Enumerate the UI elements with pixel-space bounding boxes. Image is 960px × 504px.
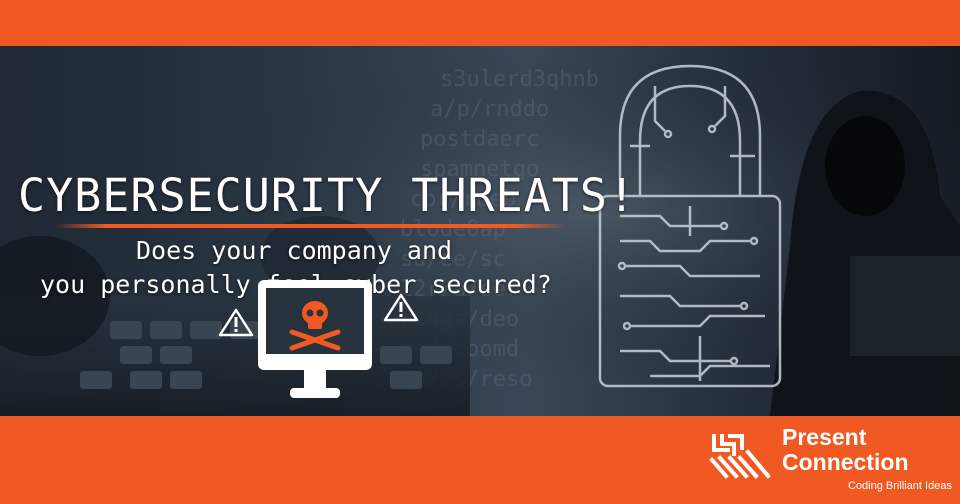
warning-triangle-icon bbox=[383, 293, 419, 322]
subline-1: Does your company and bbox=[136, 236, 453, 265]
svg-text:postdaerc: postdaerc bbox=[420, 127, 539, 152]
logo-stripes-icon bbox=[709, 434, 771, 479]
banner: s3ulerd3qhnb a/p/rnddo postdaerc spamnet… bbox=[0, 0, 960, 504]
logo-name-line-1: Present bbox=[782, 424, 867, 450]
headline-underline bbox=[55, 224, 567, 228]
headline: CYBERSECURITY THREATS! bbox=[18, 169, 637, 222]
svg-text:a/p/rnddo: a/p/rnddo bbox=[430, 97, 549, 122]
alert-monitor-graphic bbox=[218, 280, 419, 398]
background-photo: s3ulerd3qhnb a/p/rnddo postdaerc spamnet… bbox=[0, 46, 960, 416]
logo-name-line-2: Connection bbox=[782, 449, 909, 475]
svg-text:s3ulerd3qhnb: s3ulerd3qhnb bbox=[440, 67, 599, 92]
warning-triangle-icon bbox=[218, 308, 254, 337]
photo-illustration: s3ulerd3qhnb a/p/rnddo postdaerc spamnet… bbox=[0, 46, 960, 416]
logo-tagline: Coding Brilliant Ideas bbox=[848, 480, 952, 492]
top-orange-bar bbox=[0, 0, 960, 46]
present-connection-logo: Present Connection Coding Brilliant Idea… bbox=[706, 424, 952, 496]
